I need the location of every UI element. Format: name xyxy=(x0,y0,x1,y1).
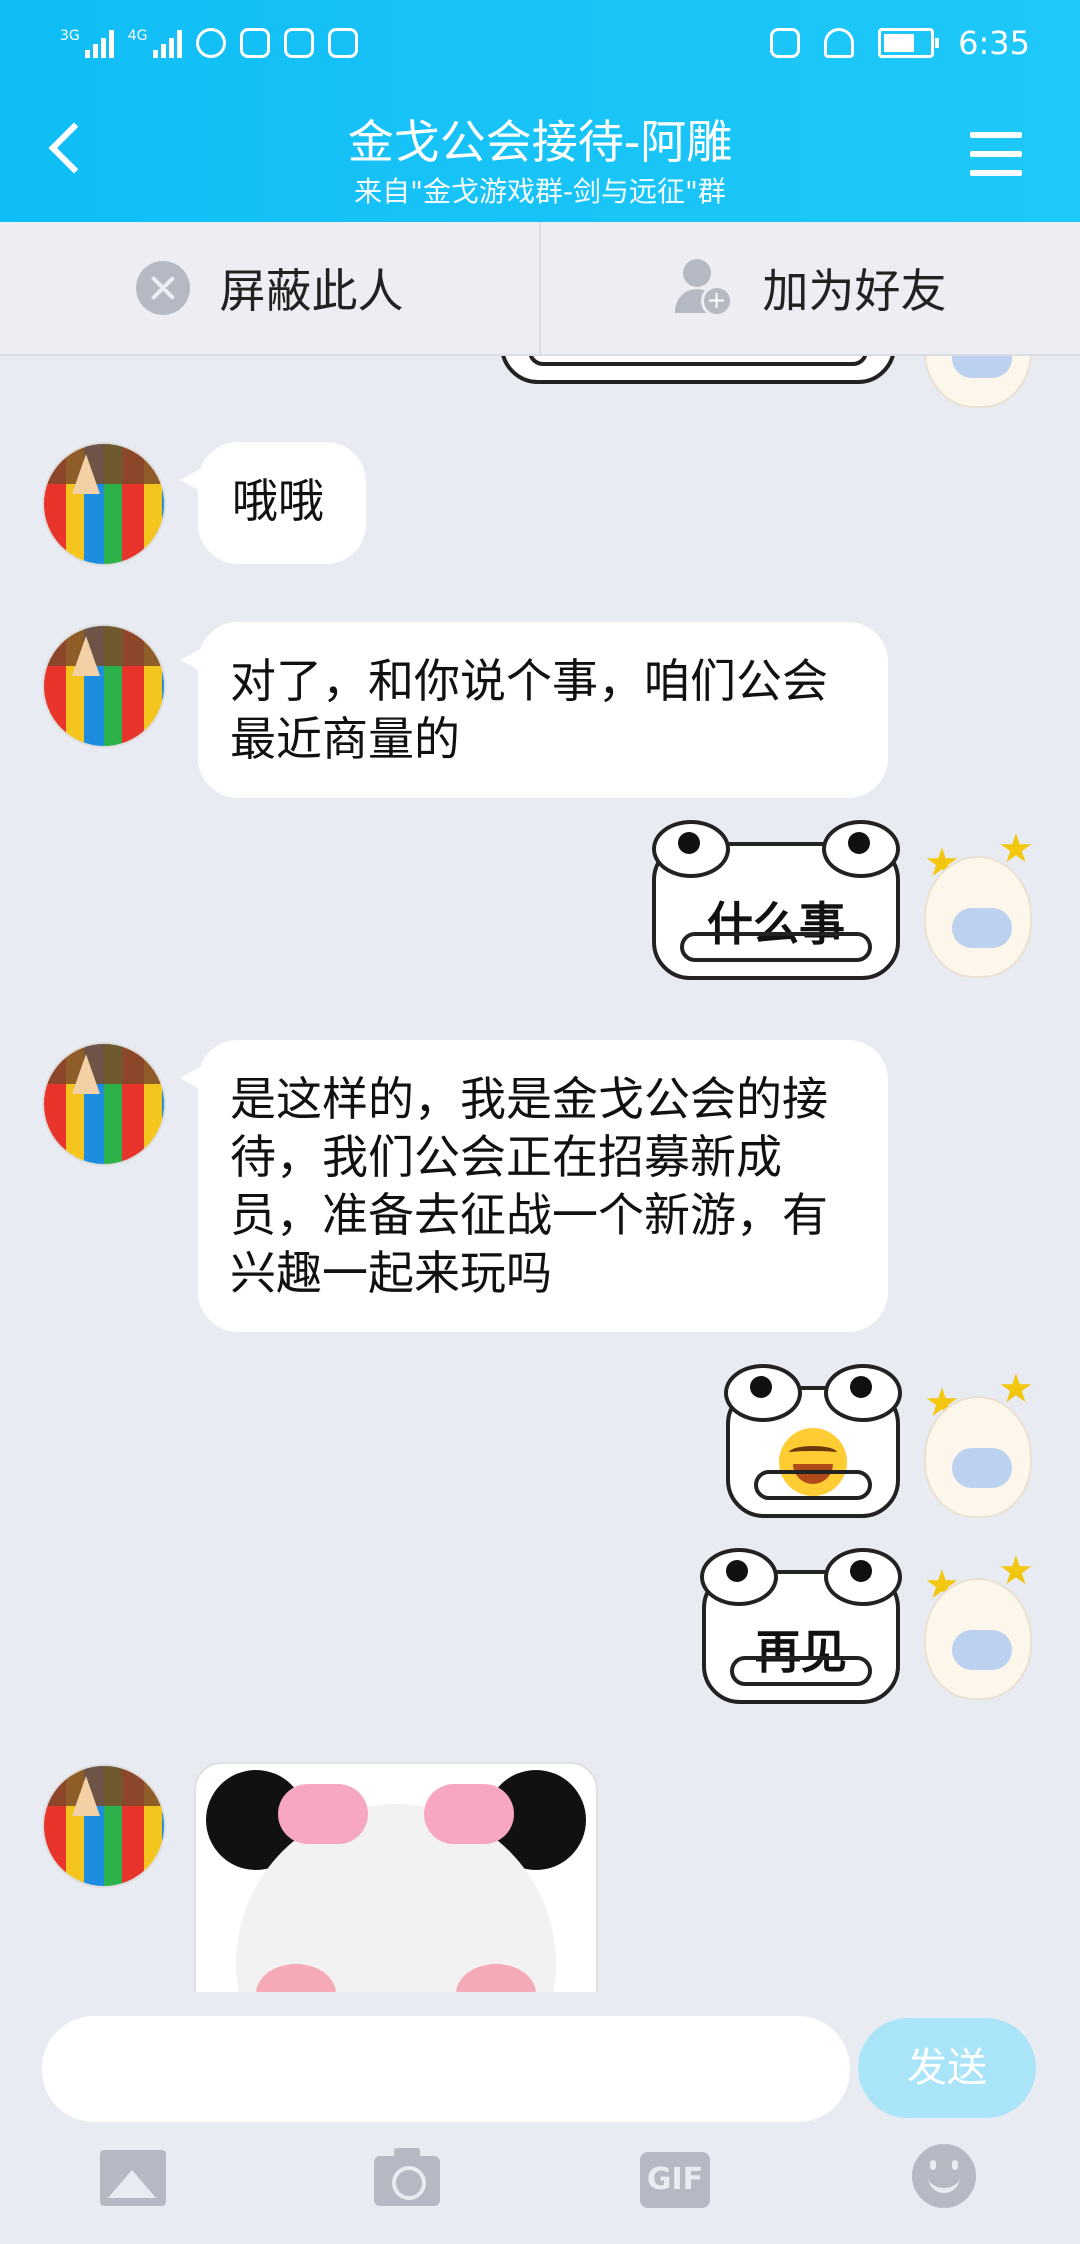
message-bubble[interactable]: 是这样的，我是金戈公会的接待，我们公会正在招募新成员，准备去征战一个新游，有兴趣… xyxy=(180,1040,888,1332)
self-avatar[interactable]: ★ ★ xyxy=(912,1548,1040,1700)
block-user-label: 屏蔽此人 xyxy=(219,264,404,318)
contact-avatar[interactable] xyxy=(42,624,166,748)
status-bar: 3G 4G 6:35 xyxy=(60,18,1030,68)
message-input[interactable] xyxy=(42,2016,850,2122)
send-button[interactable]: 发送 xyxy=(858,2018,1036,2118)
panda-meme-image[interactable] xyxy=(194,1762,598,1992)
chat-title: 金戈公会接待-阿雕 xyxy=(347,115,733,169)
self-avatar[interactable] xyxy=(912,356,1040,408)
add-friend-icon: + xyxy=(674,259,733,317)
chat-header: 3G 4G 6:35 金戈公会接待-阿雕 来自"金戈游戏群-剑与远征"群 xyxy=(0,0,1080,222)
contact-avatar[interactable] xyxy=(42,442,166,566)
health-icon xyxy=(239,28,270,58)
message-text: 哦哦 xyxy=(232,474,324,528)
message-text: 是这样的，我是金戈公会的接待，我们公会正在招募新成员，准备去征战一个新游，有兴趣… xyxy=(230,1072,828,1300)
add-friend-label: 加为好友 xyxy=(762,264,947,318)
composer-toolbar: GIF xyxy=(0,2144,1080,2224)
chat-subtitle: 来自"金戈游戏群-剑与远征"群 xyxy=(354,175,726,208)
composer: 发送 GIF xyxy=(0,1992,1080,2244)
message-bubble[interactable]: 哦哦 xyxy=(180,442,366,564)
network-type-label-2: 4G xyxy=(127,28,148,44)
contact-avatar[interactable] xyxy=(42,1042,166,1166)
camera-icon[interactable] xyxy=(374,2144,444,2214)
message-list[interactable]: 哦哦 对了，和你说个事，咱们公会最近商量的 什么事 ★ ★ 是这样的，我是金戈公会… xyxy=(0,356,1080,1992)
signal-icon-2: 4G xyxy=(128,28,182,58)
stranger-action-bar: 屏蔽此人 + 加为好友 xyxy=(0,222,1080,356)
message-text: 对了，和你说个事，咱们公会最近商量的 xyxy=(230,654,828,766)
self-avatar[interactable]: ★ ★ xyxy=(912,826,1040,978)
battery-icon xyxy=(878,28,940,58)
gif-button[interactable]: GIF xyxy=(640,2152,710,2208)
network-type-label: 3G xyxy=(60,28,80,44)
alarm-icon xyxy=(195,28,226,58)
sticker-message-partial[interactable] xyxy=(500,356,896,384)
clock: 6:35 xyxy=(958,24,1030,62)
image-picker-icon[interactable] xyxy=(100,2144,170,2214)
block-user-button[interactable]: 屏蔽此人 xyxy=(0,222,539,354)
contact-avatar[interactable] xyxy=(42,1764,166,1888)
block-icon xyxy=(135,261,190,315)
self-avatar[interactable]: ★ ★ xyxy=(912,1366,1040,1518)
hamburger-menu-icon[interactable] xyxy=(970,132,1022,176)
send-app-icon xyxy=(327,28,358,58)
nfc-icon xyxy=(770,28,801,58)
sticker-message[interactable]: 再见 xyxy=(700,1548,902,1704)
sticker-message[interactable] xyxy=(724,1364,902,1518)
mute-bell-icon xyxy=(824,28,855,58)
add-friend-button[interactable]: + 加为好友 xyxy=(539,222,1080,354)
sticker-message[interactable]: 什么事 xyxy=(652,820,900,980)
app-icon xyxy=(283,28,314,58)
message-bubble[interactable]: 对了，和你说个事，咱们公会最近商量的 xyxy=(180,622,888,798)
emoji-icon[interactable] xyxy=(912,2144,976,2208)
signal-icon: 3G xyxy=(60,28,114,58)
